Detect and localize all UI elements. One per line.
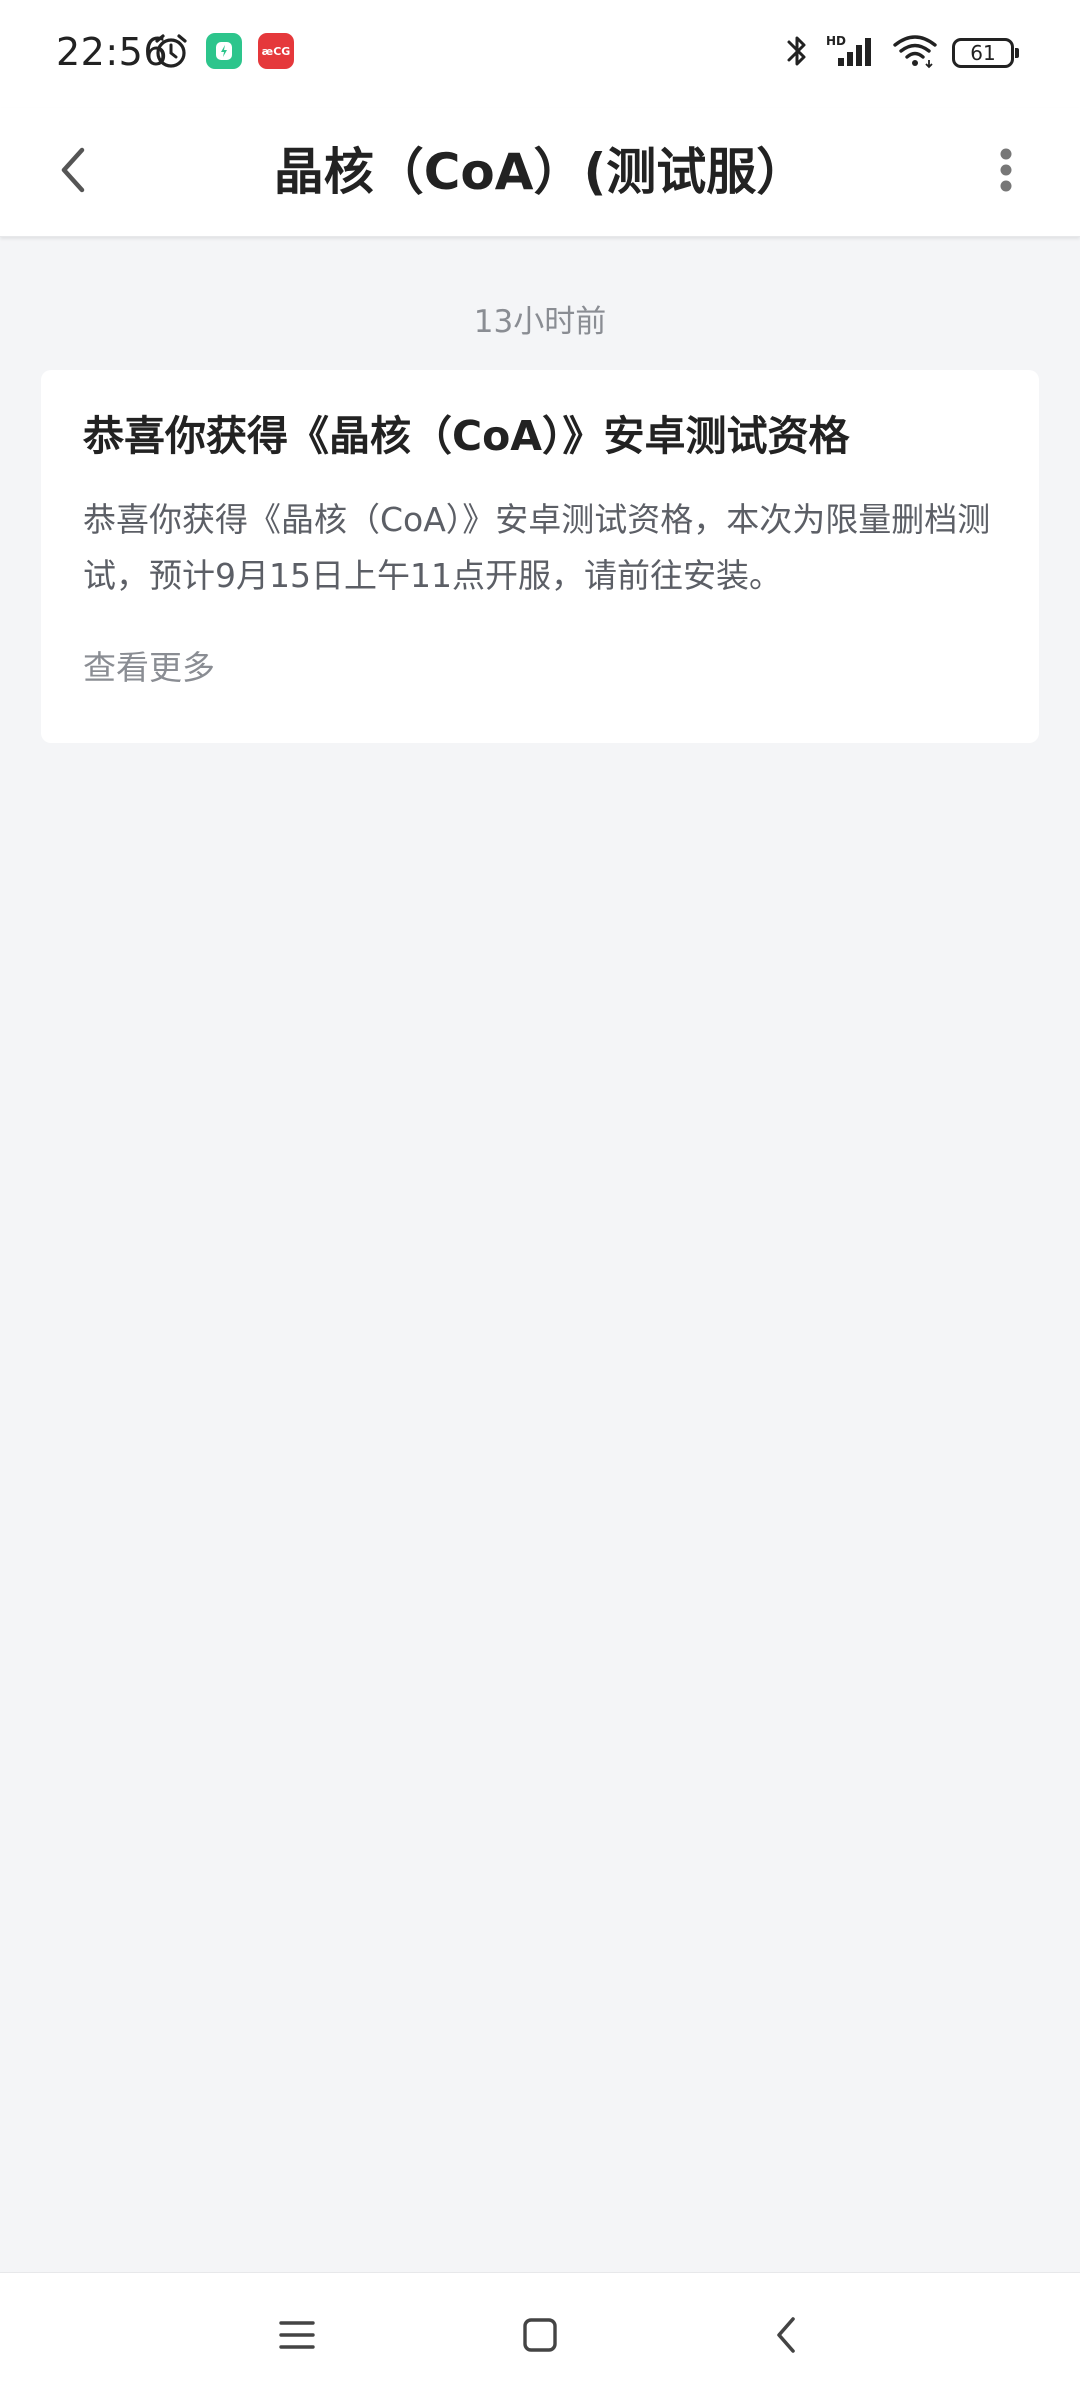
- chevron-left-icon: [54, 144, 94, 200]
- nav-home-button[interactable]: [500, 2297, 580, 2377]
- status-bar: 22:56 æCG HD 61: [0, 0, 1080, 108]
- signal-hd-icon: HD: [824, 32, 878, 74]
- nav-menu-button[interactable]: [257, 2297, 337, 2377]
- app-badge-red-icon: æCG: [258, 33, 294, 69]
- app-badge-green-icon: [206, 33, 242, 69]
- status-left-icons: æCG: [152, 32, 294, 70]
- wifi-icon: [892, 32, 938, 74]
- svg-text:HD: HD: [826, 34, 846, 48]
- navigation-bar: [0, 2272, 1080, 2401]
- status-right-icons: HD 61: [784, 32, 1019, 74]
- message-timestamp: 13小时前: [473, 304, 607, 340]
- back-chevron-icon: [771, 2313, 801, 2361]
- battery-icon: 61: [952, 38, 1019, 68]
- home-square-icon: [520, 2315, 560, 2359]
- message-card[interactable]: 恭喜你获得《晶核（CoA）》安卓测试资格 恭喜你获得《晶核（CoA）》安卓测试资…: [41, 370, 1039, 743]
- bluetooth-icon: [784, 32, 810, 74]
- page-title: 晶核（CoA）(测试服）: [273, 143, 807, 201]
- more-button[interactable]: [966, 132, 1046, 212]
- more-vertical-icon: [996, 146, 1016, 198]
- view-more-link[interactable]: 查看更多: [83, 646, 215, 690]
- message-body: 恭喜你获得《晶核（CoA）》安卓测试资格，本次为限量删档测试，预计9月15日上午…: [83, 500, 991, 595]
- back-button[interactable]: [34, 132, 114, 212]
- nav-back-button[interactable]: [746, 2297, 826, 2377]
- message-title: 恭喜你获得《晶核（CoA）》安卓测试资格: [83, 412, 850, 460]
- alarm-icon: [152, 32, 190, 70]
- title-bar: 晶核（CoA）(测试服）: [0, 108, 1080, 237]
- menu-icon: [277, 2317, 317, 2357]
